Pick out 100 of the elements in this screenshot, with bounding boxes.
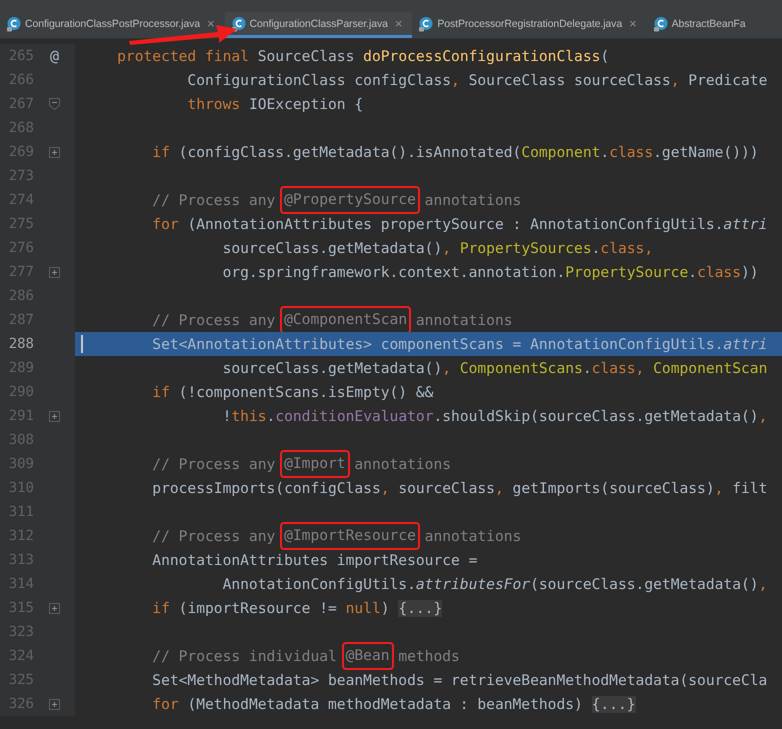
class-reference: ComponentScan bbox=[653, 360, 768, 376]
code-keyword: class, bbox=[592, 360, 646, 376]
code-comment: annotations bbox=[414, 312, 513, 328]
code-keyword: for bbox=[151, 696, 180, 712]
code-text: org.springframework.context.annotation. bbox=[222, 264, 566, 280]
code-text: sourceClass.getMetadata() bbox=[222, 360, 442, 376]
expand-fold-icon[interactable] bbox=[49, 146, 60, 158]
code-text: (configClass.getMetadata().isAnnotated( bbox=[178, 144, 522, 160]
code-keyword: , bbox=[670, 72, 680, 88]
static-method-call: attributesFor bbox=[416, 576, 530, 592]
code-text: . bbox=[582, 360, 592, 376]
code-comment: annotations bbox=[424, 528, 522, 544]
code-keyword: , bbox=[714, 480, 724, 496]
expand-fold-icon[interactable] bbox=[49, 602, 60, 614]
code-text: (!componentScans.isEmpty() && bbox=[178, 384, 434, 400]
code-text: sourceClass bbox=[398, 480, 495, 496]
close-tab-button[interactable]: × bbox=[207, 16, 214, 31]
code-text: sourceClass.getMetadata() bbox=[222, 240, 442, 256]
method-name: doProcessConfigurationClass bbox=[363, 48, 600, 64]
code-keyword: , bbox=[442, 360, 452, 376]
code-comment: // Process any bbox=[151, 192, 276, 208]
folded-code-block: {...} bbox=[592, 696, 636, 712]
code-keyword: , bbox=[758, 408, 768, 424]
code-text: AnnotationAttributes importResource = bbox=[151, 552, 478, 568]
editor-tab[interactable]: PostProcessorRegistrationDelegate.java × bbox=[412, 12, 647, 38]
code-text: (sourceClass.getMetadata() bbox=[530, 576, 759, 592]
code-comment: // Process any bbox=[151, 528, 276, 544]
code-text: getImports(sourceClass) bbox=[512, 480, 715, 496]
code-comment: annotations bbox=[353, 456, 452, 472]
code-keyword: throws bbox=[186, 96, 242, 112]
code-keyword: , bbox=[451, 72, 461, 88]
class-reference: PropertySource bbox=[565, 264, 688, 280]
code-text: . bbox=[592, 240, 600, 256]
code-text: . bbox=[688, 264, 698, 280]
close-tab-button[interactable]: × bbox=[629, 16, 637, 31]
code-text: Set<MethodMetadata> beanMethods = retrieveBeanMethodMetadata(sourceCla bbox=[151, 672, 768, 688]
code-text: SourceClass sourceClass bbox=[468, 72, 671, 88]
class-reference: Component bbox=[521, 144, 600, 160]
class-reference: PropertySources bbox=[460, 240, 592, 256]
code-text: SourceClass bbox=[258, 48, 356, 64]
code-keyword: if bbox=[151, 144, 171, 160]
code-keyword: class bbox=[609, 144, 654, 160]
code-text: (AnnotationAttributes propertySource : AnnotationConfigUtils. bbox=[187, 216, 724, 232]
expand-fold-icon[interactable] bbox=[49, 410, 60, 422]
code-keyword: , bbox=[494, 480, 505, 496]
code-keyword: this bbox=[231, 408, 267, 424]
code-text: . bbox=[266, 408, 276, 424]
code-text: AnnotationConfigUtils. bbox=[222, 576, 416, 592]
code-text: ConfigurationClass configClass bbox=[186, 72, 452, 88]
code-text: ! bbox=[222, 408, 232, 424]
class-file-icon bbox=[652, 16, 669, 32]
field-reference: conditionEvaluator bbox=[275, 408, 434, 424]
code-keyword: class, bbox=[600, 240, 654, 256]
boxed-annotation-name: @ImportResource bbox=[280, 522, 420, 550]
code-text: (MethodMetadata methodMetadata : beanMethods) bbox=[187, 696, 584, 712]
code-text: . bbox=[600, 144, 610, 160]
line-number: 288 bbox=[8, 336, 34, 352]
code-text: Set<AnnotationAttributes> componentScans = AnnotationConfigUtils. bbox=[151, 336, 724, 352]
static-method-call: attri bbox=[723, 216, 768, 232]
code-comment: // Process individual bbox=[151, 648, 338, 664]
code-keyword: null bbox=[346, 600, 381, 616]
code-keyword: if bbox=[151, 384, 171, 400]
collapse-fold-icon[interactable] bbox=[49, 98, 60, 110]
code-text: )) bbox=[741, 264, 759, 280]
code-text: Predicate bbox=[688, 72, 768, 88]
code-text: processImports(configClass bbox=[151, 480, 381, 496]
code-text: filt bbox=[732, 480, 768, 496]
code-text: (importResource != bbox=[178, 600, 338, 616]
boxed-annotation-name: @Bean bbox=[342, 642, 394, 670]
code-text: .shouldSkip(sourceClass.getMetadata() bbox=[433, 408, 759, 424]
code-text: .getName())) bbox=[653, 144, 759, 160]
boxed-annotation-name: @PropertySource bbox=[280, 186, 420, 214]
expand-fold-icon[interactable] bbox=[49, 698, 60, 710]
override-marker[interactable]: @ bbox=[50, 47, 60, 65]
code-keyword: , bbox=[442, 240, 452, 256]
code-keyword: if bbox=[151, 600, 171, 616]
class-reference: ComponentScans bbox=[460, 360, 583, 376]
class-file-icon bbox=[6, 16, 22, 32]
class-file-icon bbox=[418, 16, 434, 32]
code-keyword: protected final bbox=[116, 48, 250, 64]
code-comment: // Process any bbox=[151, 312, 276, 328]
code-text: ( bbox=[600, 48, 610, 64]
folded-code-block: {...} bbox=[398, 600, 442, 616]
code-comment: methods bbox=[397, 648, 460, 664]
code-keyword: for bbox=[151, 216, 180, 232]
editor-tab[interactable]: ConfigurationClassParser.java × bbox=[224, 12, 412, 38]
expand-fold-icon[interactable] bbox=[49, 266, 60, 278]
code-comment: // Process any bbox=[151, 456, 276, 472]
code-keyword: class bbox=[697, 264, 741, 280]
boxed-annotation-name: @Import bbox=[280, 450, 350, 478]
editor-tab[interactable]: AbstractBeanFa bbox=[646, 12, 756, 38]
static-method-call: attri bbox=[723, 336, 768, 352]
code-comment: annotations bbox=[424, 192, 522, 208]
code-keyword: , bbox=[758, 576, 768, 592]
class-file-icon bbox=[230, 16, 246, 32]
text-cursor bbox=[81, 335, 83, 353]
code-text: IOException { bbox=[248, 96, 364, 112]
code-text: ) bbox=[380, 600, 391, 616]
code-keyword: , bbox=[380, 480, 391, 496]
close-tab-button[interactable]: × bbox=[394, 16, 402, 31]
